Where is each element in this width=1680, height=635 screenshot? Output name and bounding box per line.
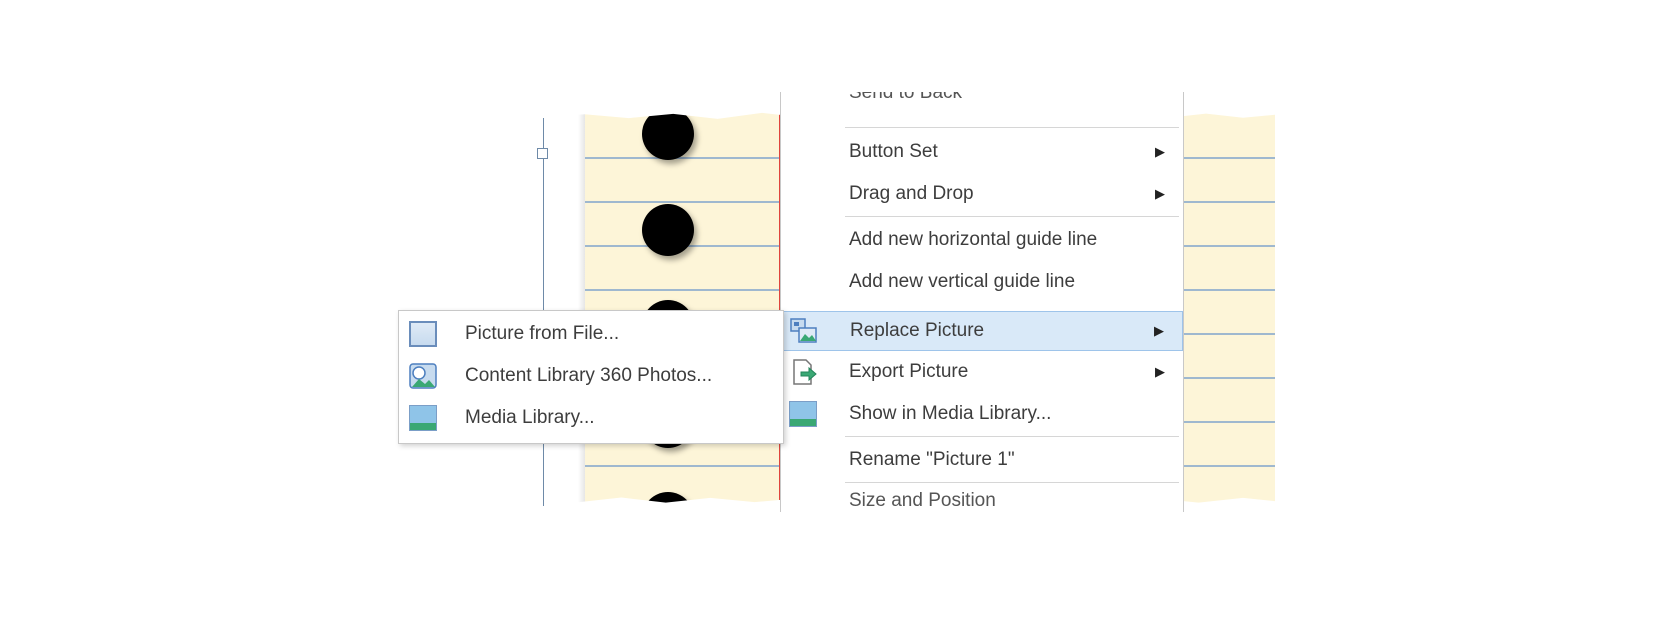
picture-file-icon bbox=[409, 321, 437, 347]
submenu-arrow-icon: ▶ bbox=[1155, 364, 1165, 379]
submenu-item-content-library-360[interactable]: Content Library 360 Photos... bbox=[399, 358, 783, 394]
media-library-icon bbox=[789, 401, 817, 427]
context-item-drag-and-drop[interactable]: Drag and Drop ▶ bbox=[781, 176, 1183, 212]
context-item-replace-picture[interactable]: Replace Picture ▶ bbox=[781, 311, 1183, 351]
menu-separator bbox=[845, 216, 1179, 217]
menu-separator bbox=[845, 436, 1179, 437]
submenu-item-label: Media Library... bbox=[465, 407, 595, 428]
media-library-icon bbox=[409, 405, 437, 431]
submenu-arrow-icon: ▶ bbox=[1155, 186, 1165, 201]
context-item-label: Drag and Drop bbox=[849, 183, 974, 204]
binder-hole bbox=[642, 204, 694, 256]
context-item-label: Show in Media Library... bbox=[849, 403, 1052, 424]
context-item-rename[interactable]: Rename "Picture 1" bbox=[781, 442, 1183, 478]
replace-picture-icon bbox=[790, 318, 817, 343]
context-item-show-in-media-library[interactable]: Show in Media Library... bbox=[781, 396, 1183, 432]
replace-picture-submenu: Picture from File... Content Library 360… bbox=[398, 310, 784, 444]
context-menu: Send to Back Button Set ▶ Drag and Drop … bbox=[780, 92, 1184, 512]
context-item-button-set[interactable]: Button Set ▶ bbox=[781, 134, 1183, 170]
photos-360-icon bbox=[409, 363, 437, 389]
context-item-export-picture[interactable]: Export Picture ▶ bbox=[781, 354, 1183, 390]
submenu-arrow-icon: ▶ bbox=[1155, 144, 1165, 159]
submenu-arrow-icon: ▶ bbox=[1154, 323, 1164, 338]
context-item-add-vertical-guide[interactable]: Add new vertical guide line bbox=[781, 264, 1183, 300]
resize-handle[interactable] bbox=[537, 148, 548, 159]
context-item-add-horizontal-guide[interactable]: Add new horizontal guide line bbox=[781, 222, 1183, 258]
context-item-cut-bottom[interactable]: Size and Position bbox=[849, 490, 996, 512]
context-item-label: Add new horizontal guide line bbox=[849, 229, 1098, 250]
menu-separator bbox=[845, 127, 1179, 128]
context-item-label: Export Picture bbox=[849, 361, 969, 382]
submenu-item-label: Picture from File... bbox=[465, 323, 620, 344]
submenu-item-media-library[interactable]: Media Library... bbox=[399, 400, 783, 436]
context-item-label: Button Set bbox=[849, 141, 938, 162]
submenu-item-label: Content Library 360 Photos... bbox=[465, 365, 713, 386]
export-picture-icon bbox=[793, 359, 817, 385]
menu-separator bbox=[845, 482, 1179, 483]
context-item-cut-top[interactable]: Send to Back bbox=[849, 92, 962, 104]
context-item-label: Replace Picture bbox=[850, 320, 985, 341]
submenu-item-picture-from-file[interactable]: Picture from File... bbox=[399, 316, 783, 352]
context-item-label: Rename "Picture 1" bbox=[849, 449, 1015, 470]
context-item-label: Add new vertical guide line bbox=[849, 271, 1076, 292]
